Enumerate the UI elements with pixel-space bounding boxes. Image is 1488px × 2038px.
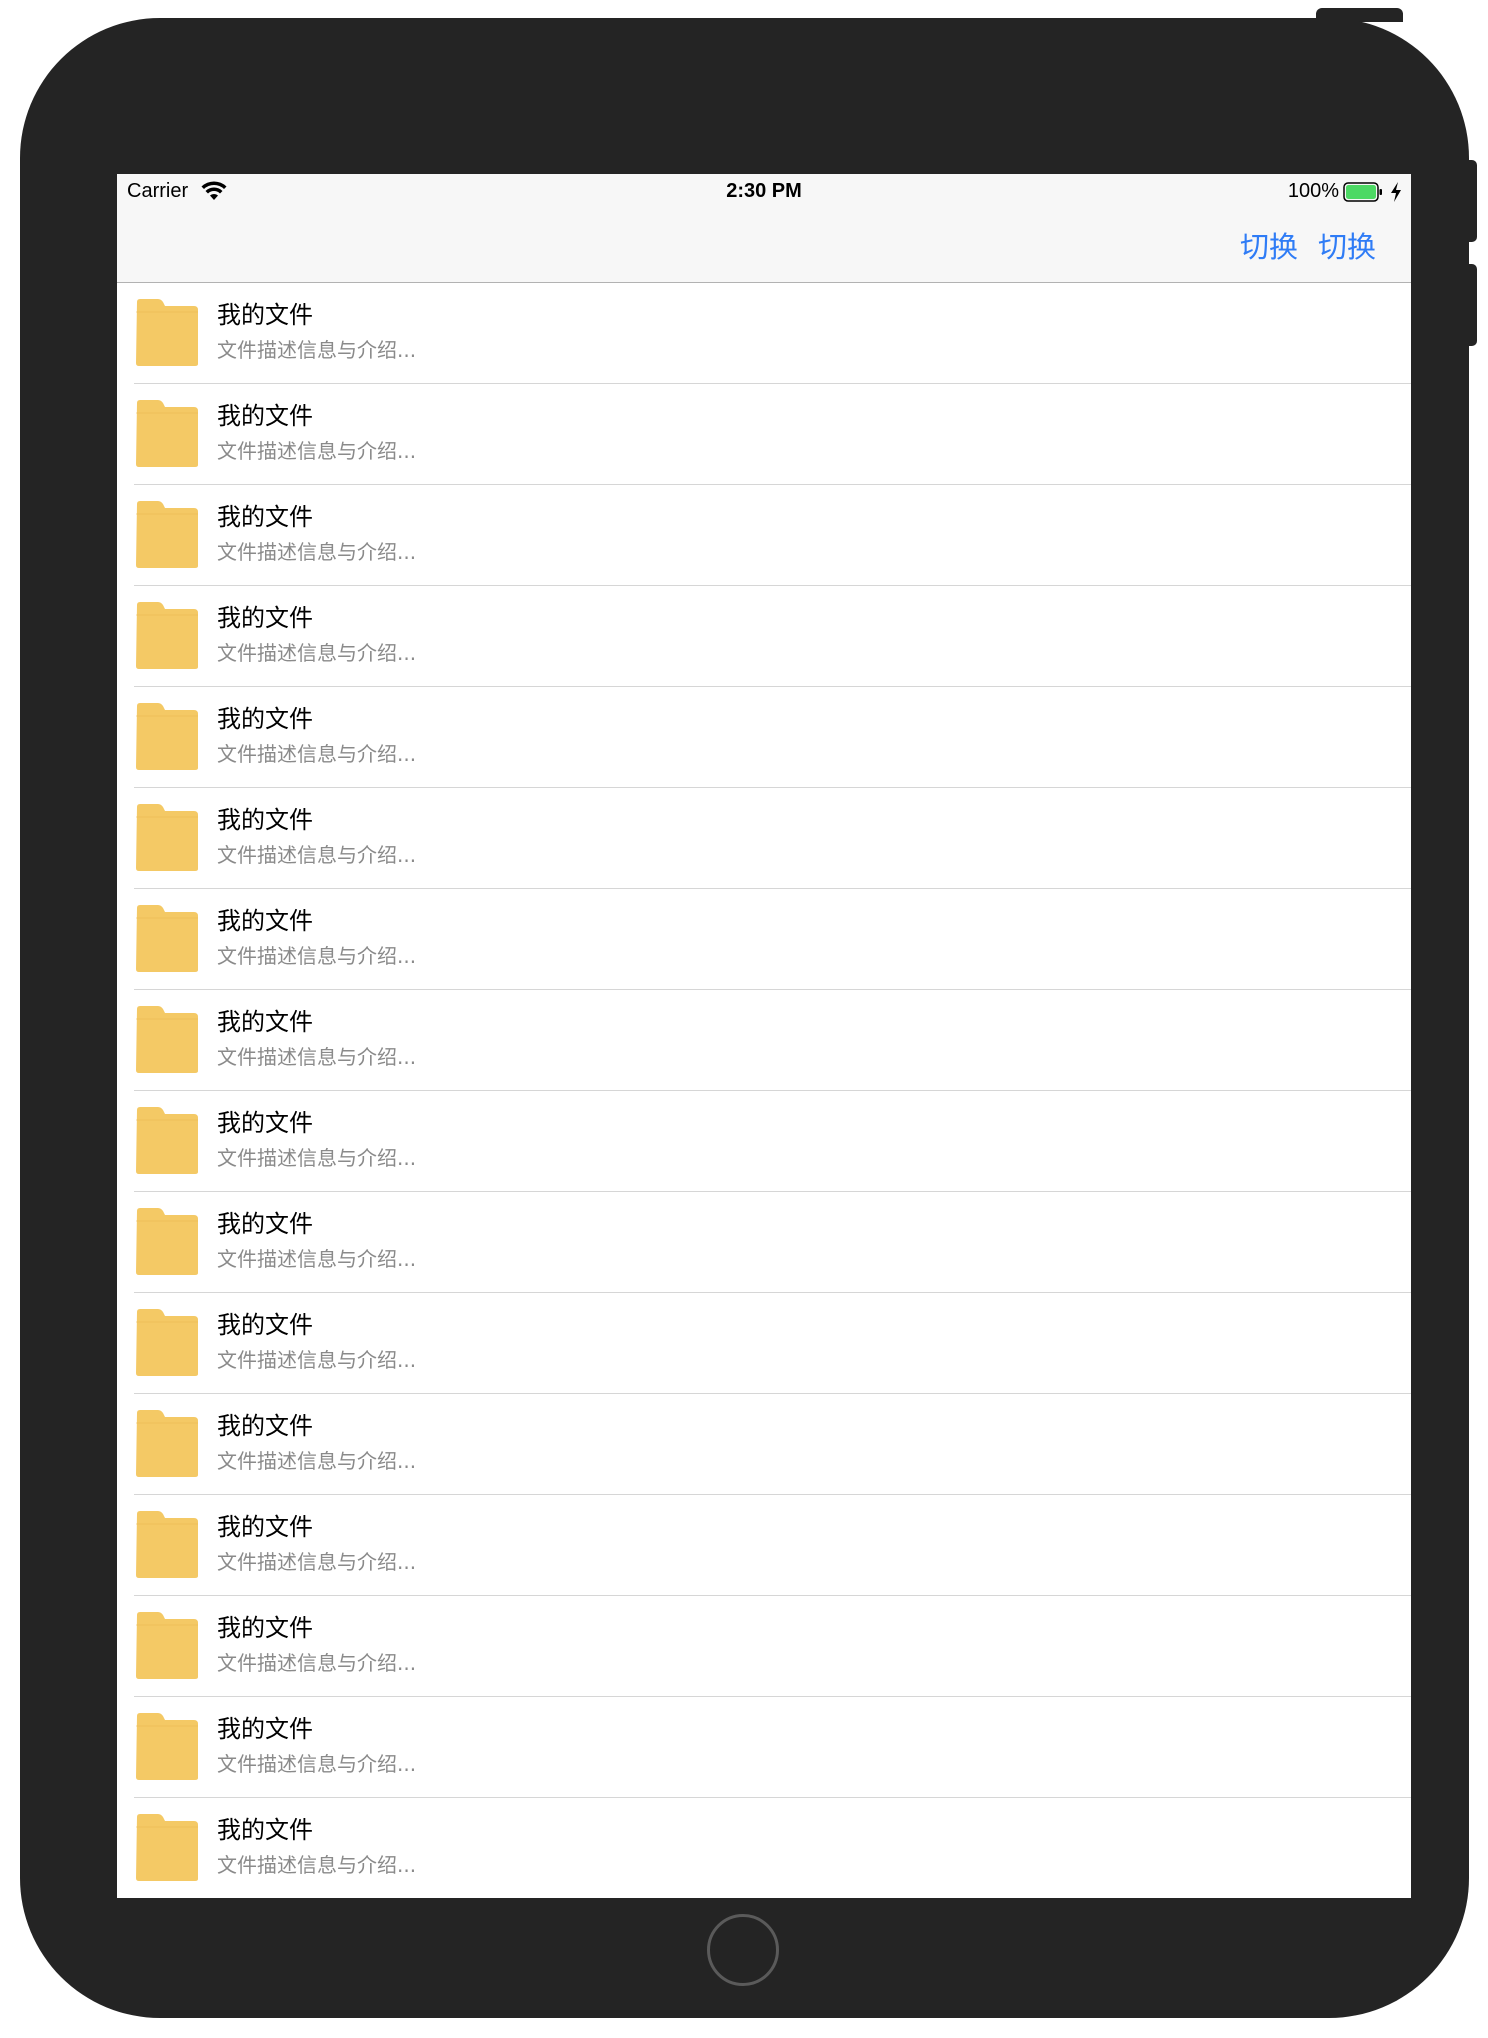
item-description: 文件描述信息与介绍... [217,439,417,463]
ipad-frame: Carrier 2:30 PM 100% 切换 切换 我的文件文件描述信息与介绍… [20,18,1469,2018]
folder-icon [136,1511,198,1578]
item-title: 我的文件 [217,1109,313,1137]
item-description: 文件描述信息与介绍... [217,338,417,362]
list-item[interactable]: 我的文件文件描述信息与介绍... [117,1697,1411,1798]
item-title: 我的文件 [217,301,313,329]
item-description: 文件描述信息与介绍... [217,1348,417,1372]
list-item[interactable]: 我的文件文件描述信息与介绍... [117,788,1411,889]
status-bar: Carrier 2:30 PM 100% [117,174,1411,212]
switch-button-2[interactable]: 切换 [1318,224,1376,266]
list-item[interactable]: 我的文件文件描述信息与介绍... [117,1798,1411,1898]
item-description: 文件描述信息与介绍... [217,944,417,968]
list-item[interactable]: 我的文件文件描述信息与介绍... [117,485,1411,586]
list-item[interactable]: 我的文件文件描述信息与介绍... [117,1394,1411,1495]
folder-icon [136,1410,198,1477]
folder-icon [136,400,198,467]
item-title: 我的文件 [217,402,313,430]
item-title: 我的文件 [217,1008,313,1036]
list-item[interactable]: 我的文件文件描述信息与介绍... [117,1091,1411,1192]
list-item[interactable]: 我的文件文件描述信息与介绍... [117,1596,1411,1697]
item-title: 我的文件 [217,806,313,834]
item-description: 文件描述信息与介绍... [217,1449,417,1473]
item-title: 我的文件 [217,503,313,531]
charging-bolt-icon [1391,182,1401,202]
switch-button-1[interactable]: 切换 [1240,224,1298,266]
folder-icon [136,905,198,972]
folder-icon [136,299,198,366]
list-item[interactable]: 我的文件文件描述信息与介绍... [117,283,1411,384]
folder-icon [136,602,198,669]
list-item[interactable]: 我的文件文件描述信息与介绍... [117,586,1411,687]
folder-icon [136,1612,198,1679]
home-button[interactable] [707,1914,779,1986]
item-description: 文件描述信息与介绍... [217,843,417,867]
item-description: 文件描述信息与介绍... [217,1752,417,1776]
item-title: 我的文件 [217,907,313,935]
folder-icon [136,1309,198,1376]
item-title: 我的文件 [217,1715,313,1743]
item-title: 我的文件 [217,1412,313,1440]
list-item[interactable]: 我的文件文件描述信息与介绍... [117,1495,1411,1596]
item-title: 我的文件 [217,1816,313,1844]
folder-icon [136,804,198,871]
list-item[interactable]: 我的文件文件描述信息与介绍... [117,1192,1411,1293]
folder-icon [136,703,198,770]
file-list: 我的文件 文件描述信息与介绍... 我的文件 文件描述信息与介绍... 我的文件 文件描述… [117,283,1411,1898]
item-description: 文件描述信息与介绍... [217,540,417,564]
list-item[interactable]: 我的文件文件描述信息与介绍... [117,687,1411,788]
list-item[interactable]: 我的文件文件描述信息与介绍... [117,889,1411,990]
item-description: 文件描述信息与介绍... [217,641,417,665]
list-item[interactable]: 我的文件文件描述信息与介绍... [117,990,1411,1091]
item-description: 文件描述信息与介绍... [217,1651,417,1675]
item-description: 文件描述信息与介绍... [217,742,417,766]
battery-icon [1343,182,1382,202]
screen: Carrier 2:30 PM 100% 切换 切换 我的文件文件描述信息与介绍… [117,174,1411,1898]
item-title: 我的文件 [217,705,313,733]
item-description: 文件描述信息与介绍... [217,1247,417,1271]
navigation-bar: 切换 切换 [117,212,1411,283]
item-title: 我的文件 [217,1513,313,1541]
folder-icon [136,1208,198,1275]
item-description: 文件描述信息与介绍... [217,1045,417,1069]
item-title: 我的文件 [217,1614,313,1642]
item-title: 我的文件 [217,1311,313,1339]
item-title: 我的文件 [217,604,313,632]
status-time: 2:30 PM [726,180,802,202]
item-description: 文件描述信息与介绍... [217,1853,417,1877]
folder-icon [136,1814,198,1881]
item-title: 我的文件 [217,1210,313,1238]
battery-percentage: 100% [1287,180,1339,202]
folder-icon [136,1107,198,1174]
folder-icon [136,1006,198,1073]
folder-icon [136,501,198,568]
list-item[interactable]: 我的文件文件描述信息与介绍... [117,384,1411,485]
item-description: 文件描述信息与介绍... [217,1550,417,1574]
item-description: 文件描述信息与介绍... [217,1146,417,1170]
list-item[interactable]: 我的文件文件描述信息与介绍... [117,1293,1411,1394]
folder-icon [136,1713,198,1780]
